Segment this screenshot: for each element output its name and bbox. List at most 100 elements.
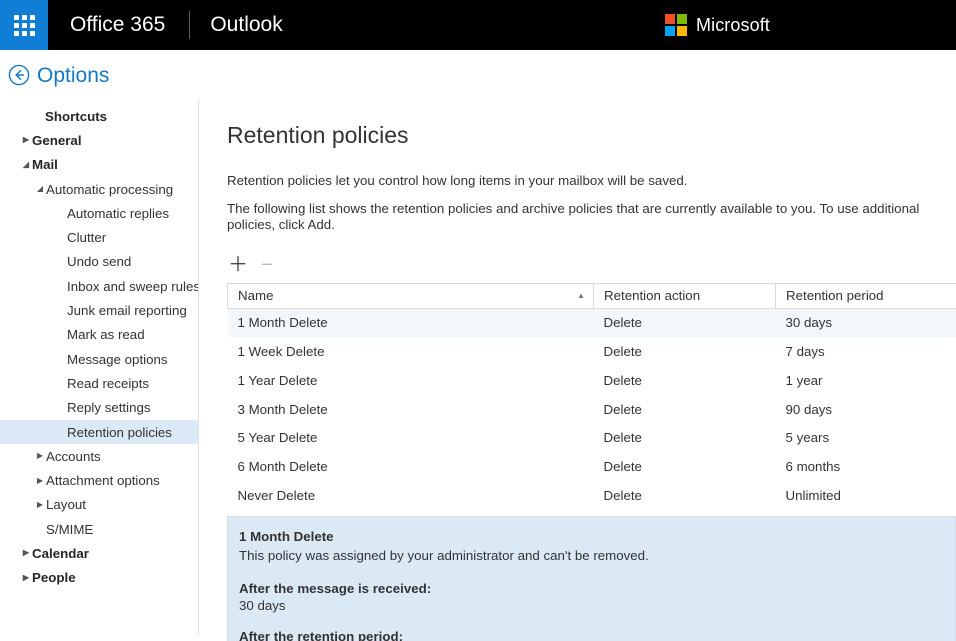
chevron-down-icon[interactable]: ◢	[34, 185, 46, 193]
column-header-retention-period-label: Retention period	[786, 288, 884, 303]
suite-bar: Office 365 Outlook Microsoft	[0, 0, 956, 50]
sidebar-item-s-mime[interactable]: S/MIME	[0, 517, 198, 541]
table-row[interactable]: 1 Month DeleteDelete30 days	[228, 308, 956, 337]
retention-period-cell: 30 days	[776, 308, 956, 337]
detail-policy-subtitle: This policy was assigned by your adminis…	[239, 547, 943, 565]
sidebar-item-junk-email-reporting[interactable]: Junk email reporting	[0, 298, 198, 322]
retention-action-cell: Delete	[594, 337, 776, 366]
retention-period-cell: 90 days	[776, 395, 956, 424]
detail-policy-title: 1 Month Delete	[239, 529, 943, 544]
sidebar-item-label: Automatic processing	[46, 182, 198, 197]
microsoft-wordmark: Microsoft	[696, 15, 770, 36]
column-header-retention-period[interactable]: Retention period	[776, 283, 956, 308]
policy-toolbar: ＋ −	[227, 254, 956, 276]
chevron-right-icon[interactable]: ▶	[20, 574, 32, 582]
microsoft-squares-icon	[665, 14, 687, 36]
sidebar-item-mark-as-read[interactable]: Mark as read	[0, 323, 198, 347]
sidebar-item-shortcuts[interactable]: Shortcuts	[0, 104, 198, 128]
sidebar-item-message-options[interactable]: Message options	[0, 347, 198, 371]
page-body: Shortcuts▶General◢Mail◢Automatic process…	[0, 100, 956, 641]
sidebar-item-label: Attachment options	[46, 473, 198, 488]
sidebar-item-reply-settings[interactable]: Reply settings	[0, 396, 198, 420]
sidebar-item-mail[interactable]: ◢Mail	[0, 153, 198, 177]
sidebar-item-automatic-processing[interactable]: ◢Automatic processing	[0, 177, 198, 201]
page-title: Retention policies	[227, 122, 956, 149]
remove-policy-button[interactable]: −	[256, 254, 278, 276]
table-row[interactable]: 1 Week DeleteDelete7 days	[228, 337, 956, 366]
sidebar-item-label: Mail	[32, 157, 198, 172]
back-to-mail-button[interactable]: Options	[8, 64, 109, 86]
policy-name-cell: 6 Month Delete	[228, 452, 594, 481]
app-launcher-button[interactable]	[0, 0, 48, 50]
add-policy-button[interactable]: ＋	[227, 254, 249, 276]
sidebar-item-general[interactable]: ▶General	[0, 128, 198, 152]
detail-retention-label: After the retention period:	[239, 629, 943, 641]
sidebar-item-label: General	[32, 133, 198, 148]
sidebar-item-label: Retention policies	[67, 425, 198, 440]
policy-detail-panel: 1 Month Delete This policy was assigned …	[227, 516, 956, 641]
chevron-right-icon[interactable]: ▶	[34, 501, 46, 509]
retention-action-cell: Delete	[594, 424, 776, 453]
outlook-app-link[interactable]: Outlook	[190, 13, 302, 37]
column-header-name[interactable]: Name ▲	[228, 283, 594, 308]
chevron-down-icon[interactable]: ◢	[20, 161, 32, 169]
sidebar-item-label: Calendar	[32, 546, 198, 561]
retention-period-cell: 1 year	[776, 366, 956, 395]
sidebar-item-inbox-and-sweep-rules[interactable]: Inbox and sweep rules	[0, 274, 198, 298]
sidebar-item-accounts[interactable]: ▶Accounts	[0, 444, 198, 468]
table-body: 1 Month DeleteDelete30 days1 Week Delete…	[228, 308, 956, 510]
sort-ascending-icon: ▲	[577, 292, 585, 300]
description-line-1: Retention policies let you control how l…	[227, 173, 956, 190]
detail-received-label: After the message is received:	[239, 581, 943, 596]
sidebar-item-layout[interactable]: ▶Layout	[0, 493, 198, 517]
sidebar-item-automatic-replies[interactable]: Automatic replies	[0, 201, 198, 225]
table-row[interactable]: 6 Month DeleteDelete6 months	[228, 452, 956, 481]
table-row[interactable]: 5 Year DeleteDelete5 years	[228, 424, 956, 453]
sidebar-item-label: Reply settings	[67, 400, 198, 415]
sidebar-item-calendar[interactable]: ▶Calendar	[0, 541, 198, 565]
table-row[interactable]: Never DeleteDeleteUnlimited	[228, 481, 956, 510]
sidebar-item-retention-policies[interactable]: Retention policies	[0, 420, 198, 444]
retention-action-cell: Delete	[594, 452, 776, 481]
chevron-right-icon[interactable]: ▶	[34, 477, 46, 485]
main-content: Retention policies Retention policies le…	[199, 100, 956, 641]
retention-action-cell: Delete	[594, 395, 776, 424]
policy-name-cell: 5 Year Delete	[228, 424, 594, 453]
retention-period-cell: 7 days	[776, 337, 956, 366]
sidebar-item-attachment-options[interactable]: ▶Attachment options	[0, 468, 198, 492]
retention-action-cell: Delete	[594, 308, 776, 337]
office365-brand-link[interactable]: Office 365	[48, 13, 189, 37]
sidebar-item-label: Shortcuts	[45, 109, 198, 124]
table-row[interactable]: 3 Month DeleteDelete90 days	[228, 395, 956, 424]
description-line-2: The following list shows the retention p…	[227, 201, 956, 234]
sidebar-item-clutter[interactable]: Clutter	[0, 225, 198, 249]
chevron-right-icon[interactable]: ▶	[20, 136, 32, 144]
options-header: Options	[0, 50, 956, 100]
sidebar-item-label: Read receipts	[67, 376, 198, 391]
app-launcher-grid-icon	[14, 15, 35, 36]
detail-received-group: After the message is received: 30 days	[239, 581, 943, 613]
sidebar-item-undo-send[interactable]: Undo send	[0, 250, 198, 274]
chevron-right-icon[interactable]: ▶	[34, 452, 46, 460]
retention-period-cell: 6 months	[776, 452, 956, 481]
options-sidebar: Shortcuts▶General◢Mail◢Automatic process…	[0, 100, 199, 635]
detail-retention-group: After the retention period: Delete (temp…	[239, 629, 943, 641]
policy-name-cell: 3 Month Delete	[228, 395, 594, 424]
back-arrow-circle-icon	[8, 64, 30, 86]
policy-name-cell: 1 Month Delete	[228, 308, 594, 337]
chevron-right-icon[interactable]: ▶	[20, 549, 32, 557]
options-title: Options	[37, 65, 109, 86]
sidebar-item-read-receipts[interactable]: Read receipts	[0, 371, 198, 395]
table-row[interactable]: 1 Year DeleteDelete1 year	[228, 366, 956, 395]
column-header-name-label: Name	[238, 288, 273, 303]
sidebar-item-people[interactable]: ▶People	[0, 566, 198, 590]
retention-period-cell: 5 years	[776, 424, 956, 453]
detail-received-value: 30 days	[239, 598, 943, 613]
sidebar-item-label: S/MIME	[46, 522, 198, 537]
column-header-retention-action[interactable]: Retention action	[594, 283, 776, 308]
sidebar-item-label: Inbox and sweep rules	[67, 279, 199, 294]
microsoft-logo: Microsoft	[665, 14, 770, 36]
retention-action-cell: Delete	[594, 366, 776, 395]
sidebar-item-label: Junk email reporting	[67, 303, 198, 318]
table-header-row: Name ▲ Retention action Retention period	[228, 283, 956, 308]
